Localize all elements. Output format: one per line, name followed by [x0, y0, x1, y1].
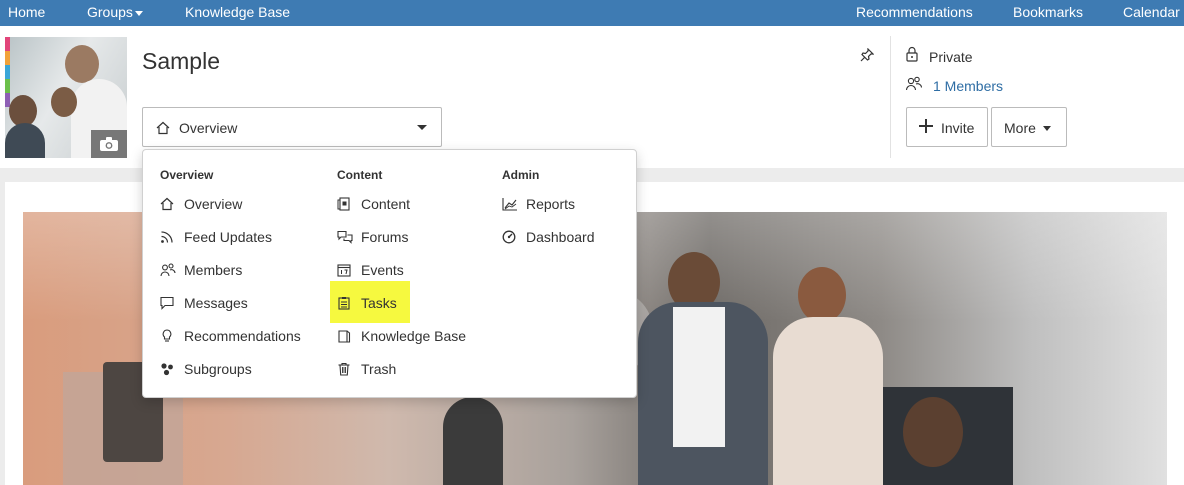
lightbulb-icon [160, 329, 176, 345]
nav-recommendations[interactable]: Recommendations [856, 4, 973, 20]
camera-icon[interactable] [91, 130, 127, 158]
group-header: Sample Overview Private 1 Members Invite… [0, 26, 1184, 168]
top-navigation-bar: Home Groups Knowledge Base Recommendatio… [0, 0, 1184, 26]
chevron-down-icon [417, 125, 427, 130]
menu-item-label: Dashboard [526, 229, 595, 245]
menu-item-label: Subgroups [184, 361, 252, 377]
menu-heading-overview: Overview [160, 168, 214, 182]
dashboard-icon [502, 230, 518, 246]
rss-icon [160, 230, 176, 246]
avatar-person [51, 87, 77, 117]
page-title: Sample [142, 48, 220, 74]
pin-icon[interactable] [860, 47, 875, 65]
chevron-down-icon [1043, 126, 1051, 131]
trash-icon [337, 362, 353, 378]
invite-button-label: Invite [941, 120, 975, 136]
nav-groups-label[interactable]: Groups [87, 4, 133, 20]
more-button[interactable]: More [991, 107, 1067, 147]
menu-item-label: Events [361, 262, 404, 278]
plus-icon [919, 119, 933, 133]
subgroups-icon [160, 362, 176, 378]
reports-icon [502, 197, 518, 213]
avatar-person-shirt [5, 123, 45, 158]
home-icon [156, 121, 170, 138]
hero-person-shirt [673, 307, 725, 447]
message-icon [160, 296, 176, 312]
menu-heading-content: Content [337, 168, 383, 182]
members-link[interactable]: 1 Members [933, 78, 1003, 94]
forums-icon [337, 230, 353, 246]
lock-icon [905, 46, 919, 65]
nav-home[interactable]: Home [8, 4, 45, 20]
menu-item-tasks[interactable]: Tasks [330, 281, 410, 323]
members-icon [160, 263, 176, 279]
menu-item-label: Overview [184, 196, 243, 212]
nav-calendar[interactable]: Calendar [1123, 4, 1180, 20]
menu-item-label: Reports [526, 196, 576, 212]
nav-knowledge-base[interactable]: Knowledge Base [185, 4, 290, 20]
invite-button[interactable]: Invite [906, 107, 988, 147]
menu-heading-admin: Admin [502, 168, 540, 182]
content-icon [337, 197, 353, 213]
more-button-label: More [1004, 120, 1036, 136]
menu-item-label: Feed Updates [184, 229, 272, 245]
members-icon [905, 76, 923, 95]
menu-item-label: Knowledge Base [361, 328, 467, 344]
menu-item-label: Members [184, 262, 243, 278]
menu-item-label: Messages [184, 295, 248, 311]
hero-person-back [443, 397, 503, 485]
privacy-status: Private [905, 46, 973, 65]
book-icon [337, 329, 353, 345]
menu-item-label: Content [361, 196, 411, 212]
menu-item-label: Trash [361, 361, 397, 377]
menu-item-label: Recommendations [184, 328, 301, 344]
tasks-icon [337, 296, 353, 312]
section-selector-dropdown[interactable]: Overview [142, 107, 442, 147]
nav-groups[interactable]: Groups [87, 4, 143, 20]
hero-person-head [903, 397, 963, 467]
privacy-label: Private [929, 49, 973, 65]
members-count: 1 Members [905, 76, 1003, 95]
hero-person-head [798, 267, 846, 323]
nav-bookmarks[interactable]: Bookmarks [1013, 4, 1083, 20]
home-icon [160, 197, 176, 213]
avatar-person [65, 45, 99, 83]
header-divider [890, 36, 891, 158]
section-dropdown-menu: Overview Overview Feed Updates Members M… [142, 149, 637, 398]
menu-item-label: Forums [361, 229, 409, 245]
section-selector-value: Overview [179, 120, 238, 136]
menu-item-label: Tasks [361, 295, 397, 311]
chevron-down-icon[interactable] [134, 10, 143, 16]
hero-person-sweater [773, 317, 883, 485]
calendar-icon [337, 263, 353, 279]
group-avatar[interactable] [5, 37, 127, 158]
